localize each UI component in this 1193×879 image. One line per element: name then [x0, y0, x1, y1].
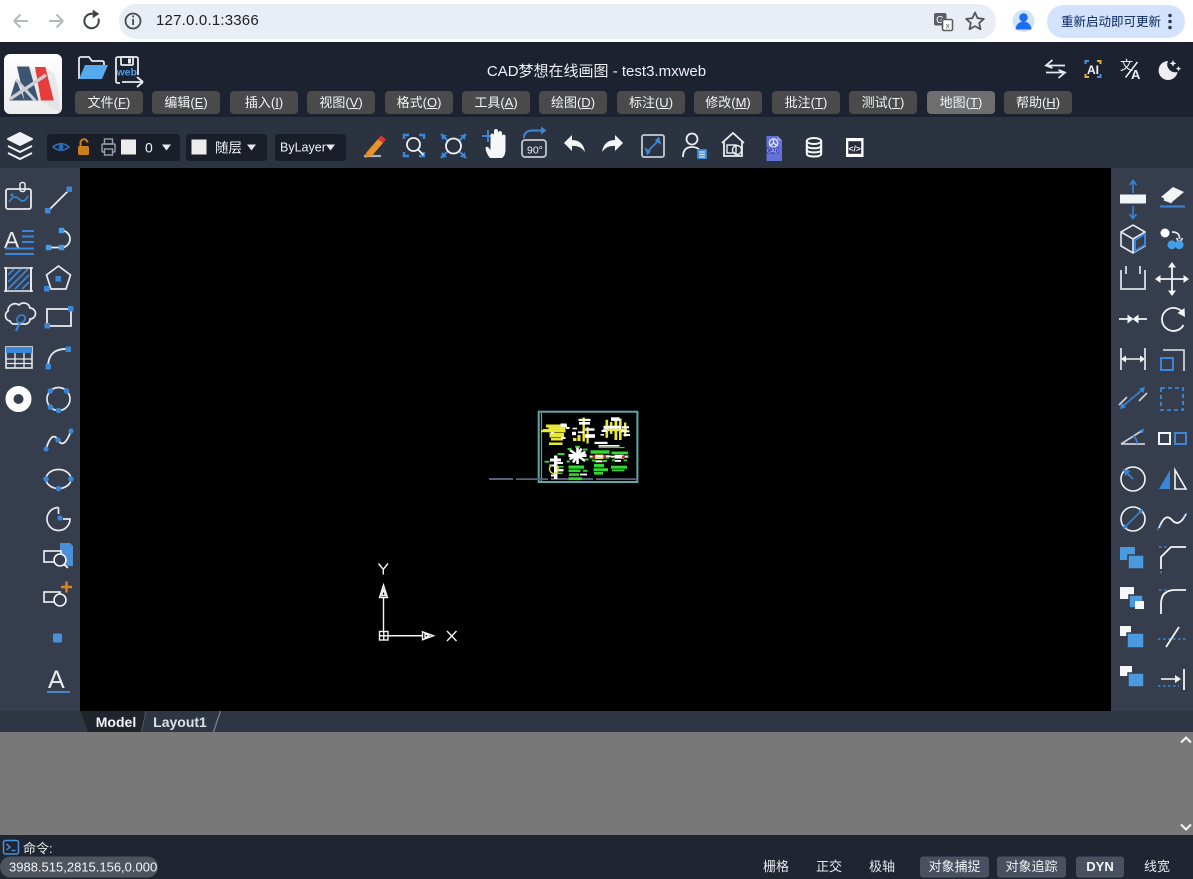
svg-text:命令:: 命令: — [23, 841, 53, 856]
svg-text:ByLayer: ByLayer — [280, 141, 326, 155]
svg-text:重新启动即可更新: 重新启动即可更新 — [1061, 14, 1161, 29]
svg-text:</>: </> — [849, 144, 861, 154]
svg-text:x: x — [945, 21, 950, 31]
svg-text:随层: 随层 — [215, 141, 242, 156]
svg-text:正交: 正交 — [816, 859, 842, 874]
svg-text:0: 0 — [145, 140, 153, 156]
svg-text:线宽: 线宽 — [1144, 859, 1170, 874]
svg-text:A: A — [48, 666, 65, 694]
svg-text:90°: 90° — [527, 145, 543, 157]
svg-text:Layout1: Layout1 — [153, 714, 207, 730]
svg-text:栅格: 栅格 — [763, 859, 789, 874]
svg-text:AI: AI — [1087, 63, 1099, 77]
svg-text:3988.515,2815.156,0.000: 3988.515,2815.156,0.000 — [9, 860, 157, 875]
svg-text:极轴: 极轴 — [869, 859, 895, 874]
svg-text:DYN: DYN — [1086, 859, 1113, 874]
svg-text:对象追踪: 对象追踪 — [1005, 859, 1057, 874]
svg-text:web: web — [116, 67, 137, 79]
svg-text:Model: Model — [96, 714, 136, 730]
svg-text:CAD: CAD — [767, 149, 779, 155]
svg-text:对象捕捉: 对象捕捉 — [928, 859, 980, 874]
